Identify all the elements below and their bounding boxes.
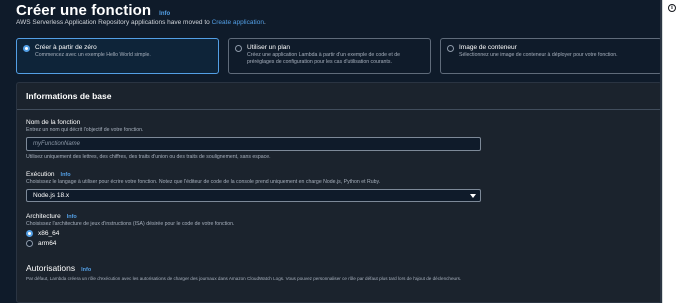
option-title: Utiliser un plan xyxy=(247,44,290,51)
architecture-label-text: Architecture xyxy=(26,213,61,220)
option-container-image[interactable]: Image de conteneur Sélectionnez une imag… xyxy=(440,38,662,74)
option-description-line2: préréglages de configuration pour les ca… xyxy=(247,59,392,65)
runtime-label: Exécution Info xyxy=(26,171,481,178)
panel-title: Informations de base xyxy=(26,91,112,101)
sar-notice: AWS Serverless Application Repository ap… xyxy=(16,19,266,26)
function-name-input[interactable]: myFunctionName xyxy=(26,137,481,151)
permissions-title: Autorisations xyxy=(26,263,76,273)
radio-selected-icon[interactable] xyxy=(26,230,33,237)
page-title: Créer une fonction xyxy=(16,2,152,19)
basic-info-panel: Informations de base Nom de la fonction … xyxy=(16,82,662,303)
help-side-panel: i xyxy=(662,0,680,303)
function-name-label-text: Nom de la fonction xyxy=(26,119,81,126)
function-name-description: Entrez un nom qui décrit l'objectif de v… xyxy=(26,127,144,133)
notice-suffix: . xyxy=(263,19,266,26)
runtime-select-value: Node.js 18.x xyxy=(33,192,70,199)
runtime-field: Exécution Info Choisissez le langage à u… xyxy=(26,171,481,202)
create-application-link[interactable]: Create application xyxy=(212,19,264,26)
option-radio-selected[interactable] xyxy=(23,45,30,52)
option-title: Créer à partir de zéro xyxy=(35,44,97,51)
info-circle-icon[interactable]: i xyxy=(668,4,676,12)
permissions-header: Autorisations Info xyxy=(26,263,461,273)
runtime-label-text: Exécution xyxy=(26,171,55,178)
create-function-page: Créer une fonction Info AWS Serverless A… xyxy=(16,0,662,303)
function-name-hint: Utilisez uniquement des lettres, des chi… xyxy=(26,154,271,160)
option-radio[interactable] xyxy=(447,45,454,52)
option-radio[interactable] xyxy=(235,45,242,52)
architecture-info-link[interactable]: Info xyxy=(67,214,77,220)
radio-icon[interactable] xyxy=(26,240,33,247)
permissions-section: Autorisations Info Par défaut, Lambda cr… xyxy=(26,263,461,281)
option-description: Commencez avec un exemple Hello World si… xyxy=(35,52,151,58)
architecture-option-label: x86_64 xyxy=(38,230,60,237)
option-description: Sélectionnez une image de conteneur à dé… xyxy=(459,52,618,58)
architecture-description: Choisissez l'architecture de jeux d'inst… xyxy=(26,221,235,227)
page-info-link[interactable]: Info xyxy=(159,11,170,17)
option-description-line1: Créez une application Lambda à partir d'… xyxy=(247,52,400,58)
function-name-label: Nom de la fonction xyxy=(26,119,481,126)
architecture-option-arm[interactable]: arm64 xyxy=(26,240,234,247)
creation-options: Créer à partir de zéro Commencez avec un… xyxy=(16,38,662,74)
option-use-blueprint[interactable]: Utiliser un plan Créez une application L… xyxy=(228,38,431,74)
permissions-description: Par défaut, Lambda créera un rôle d'exéc… xyxy=(26,276,462,281)
caret-down-icon xyxy=(470,194,476,198)
notice-text: AWS Serverless Application Repository ap… xyxy=(16,19,212,26)
permissions-info-link[interactable]: Info xyxy=(81,267,91,273)
function-name-field: Nom de la fonction Entrez un nom qui déc… xyxy=(26,119,481,160)
runtime-info-link[interactable]: Info xyxy=(61,172,71,178)
architecture-option-label: arm64 xyxy=(38,240,57,247)
option-title: Image de conteneur xyxy=(459,44,517,51)
option-author-from-scratch[interactable]: Créer à partir de zéro Commencez avec un… xyxy=(16,38,219,74)
page-header: Créer une fonction Info xyxy=(16,2,170,19)
architecture-field: Architecture Info Choisissez l'architect… xyxy=(26,213,234,247)
runtime-select[interactable]: Node.js 18.x xyxy=(26,189,481,202)
runtime-description: Choisissez le langage à utiliser pour éc… xyxy=(26,179,381,185)
panel-header: Informations de base xyxy=(17,83,661,110)
architecture-label: Architecture Info xyxy=(26,213,234,220)
architecture-option-x86[interactable]: x86_64 xyxy=(26,230,234,237)
